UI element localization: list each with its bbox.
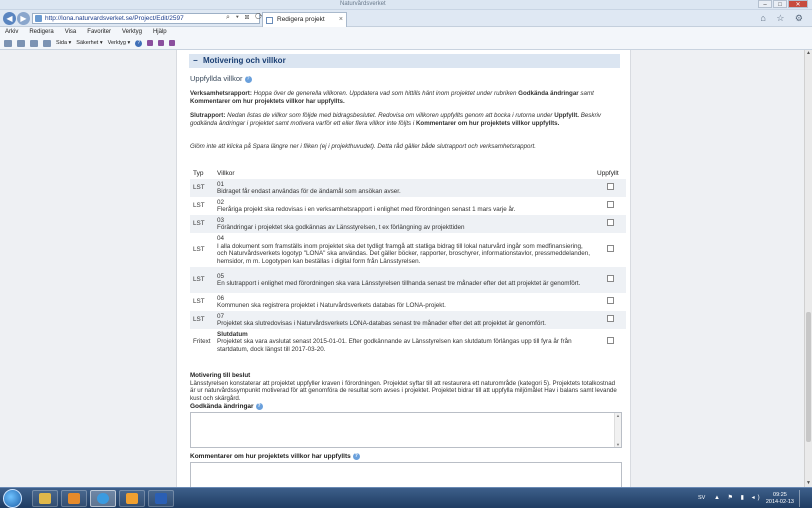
window-controls: – □ ✕ xyxy=(758,0,808,8)
villkor-table: Typ Villkor Uppfyllt LST 01 Bidraget får … xyxy=(190,167,626,355)
page-scrollbar[interactable]: ▲ ▼ xyxy=(804,50,812,487)
page-viewport: − Motivering och villkor Uppfyllda villk… xyxy=(0,50,804,487)
scroll-thumb[interactable] xyxy=(806,312,811,442)
kommentarer-label: Kommentarer om hur projektets villkor ha… xyxy=(190,453,360,461)
back-button[interactable]: ◀ xyxy=(3,12,16,25)
site-icon xyxy=(35,15,42,22)
menu-favoriter[interactable]: Favoriter xyxy=(87,27,111,37)
feeds-icon[interactable] xyxy=(17,39,25,47)
addon-icon[interactable] xyxy=(169,40,176,46)
col-villkor: Villkor xyxy=(217,169,235,177)
start-button[interactable] xyxy=(3,489,22,508)
clock[interactable]: 09:25 2014-02-13 xyxy=(766,492,794,505)
table-row: LST 04 I alla dokument som framställs ino… xyxy=(190,233,626,267)
reminder-text: Glöm inte att klicka på Spara längre ner… xyxy=(190,143,536,150)
page-content: − Motivering och villkor Uppfyllda villk… xyxy=(176,50,631,487)
menu-verktyg[interactable]: Verktyg xyxy=(122,27,142,37)
taskbar: SV ▲ ⚑ ▮ ◂) 09:25 2014-02-13 xyxy=(0,487,812,508)
collapse-icon[interactable]: − xyxy=(193,54,198,68)
taskbar-internet-explorer-icon[interactable] xyxy=(90,490,116,507)
menu-arkiv[interactable]: Arkiv xyxy=(5,27,18,37)
motivering-label: Motivering till beslut xyxy=(190,372,251,379)
sida-menu[interactable]: Sida ▾ xyxy=(56,40,71,46)
table-row: Fritext Slutdatum Projektet ska vara avsl… xyxy=(190,329,626,355)
addon-icon[interactable] xyxy=(147,40,154,46)
sakerhet-menu[interactable]: Säkerhet ▾ xyxy=(76,40,102,46)
uppfyllt-checkbox[interactable] xyxy=(606,337,614,345)
minimize-button[interactable]: – xyxy=(758,0,772,8)
scroll-down-icon[interactable]: ▼ xyxy=(805,480,812,487)
kommentarer-field[interactable] xyxy=(190,462,622,487)
page-icon xyxy=(266,17,273,24)
col-typ: Typ xyxy=(193,169,204,177)
table-row: LST 02 Fleråriga projekt ska redovisas i … xyxy=(190,197,626,215)
taskbar-word-icon[interactable] xyxy=(148,490,174,507)
info-icon[interactable]: ? xyxy=(352,453,360,460)
language-indicator[interactable]: SV xyxy=(698,495,705,501)
table-row: LST 05 En slutrapport i enlighet med föro… xyxy=(190,267,626,293)
table-row: LST 06 Kommunen ska registrera projektet … xyxy=(190,293,626,311)
info-icon[interactable]: ? xyxy=(244,75,252,83)
slutrapport-text: Slutrapport: Nedan listas de villkor som… xyxy=(190,112,602,127)
taskbar-media-player-icon[interactable] xyxy=(61,490,87,507)
uppfyllda-villkor-heading: Uppfyllda villkor? xyxy=(190,74,252,83)
section-header[interactable]: − Motivering och villkor xyxy=(189,54,620,68)
menu-visa[interactable]: Visa xyxy=(65,27,77,37)
uppfyllt-checkbox[interactable] xyxy=(606,275,614,283)
col-uppfyllt: Uppfyllt xyxy=(597,169,619,177)
table-row: LST 07 Projektet ska slutredovisas i Natu… xyxy=(190,311,626,329)
section-title: Motivering och villkor xyxy=(203,56,286,65)
verktyg-menu[interactable]: Verktyg ▾ xyxy=(108,40,131,46)
command-bar: Sida ▾ Säkerhet ▾ Verktyg ▾ ? xyxy=(0,37,812,50)
url-text: http://lona.naturvardsverket.se/Project/… xyxy=(45,15,184,22)
godkanda-andringar-label: Godkända ändringar? xyxy=(190,403,263,411)
help-icon[interactable]: ? xyxy=(135,39,143,47)
table-header-row: Typ Villkor Uppfyllt xyxy=(190,167,626,179)
mail-icon[interactable] xyxy=(30,39,38,47)
menu-hjalp[interactable]: Hjälp xyxy=(153,27,167,37)
tab-close-icon[interactable]: × xyxy=(339,13,343,27)
verksamhetsrapport-text: Verksamhetsrapport: Hoppa över de genere… xyxy=(190,90,594,105)
maximize-button[interactable]: □ xyxy=(773,0,787,8)
menu-bar: Arkiv Redigera Visa Favoriter Verktyg Hj… xyxy=(0,27,812,37)
tab-redigera-projekt[interactable]: Redigera projekt × xyxy=(262,12,347,27)
address-row: ◀ ▶ http://lona.naturvardsverket.se/Proj… xyxy=(0,10,812,27)
addon-icon[interactable] xyxy=(158,40,165,46)
uppfyllt-checkbox[interactable] xyxy=(606,245,614,253)
uppfyllt-checkbox[interactable] xyxy=(606,315,614,323)
window-title: Naturvårdsverket xyxy=(340,1,386,7)
home-favorites-tools-icons[interactable]: ⌂ ☆ ⚙ xyxy=(760,13,807,24)
home-icon[interactable] xyxy=(4,39,12,47)
forward-button[interactable]: ▶ xyxy=(17,12,30,25)
table-row: LST 03 Förändringar i projektet ska godkä… xyxy=(190,215,626,233)
table-row: LST 01 Bidraget får endast användas för d… xyxy=(190,179,626,197)
godkanda-andringar-field[interactable]: ▲ ▼ xyxy=(190,412,622,448)
uppfyllt-checkbox[interactable] xyxy=(606,219,614,227)
close-window-button[interactable]: ✕ xyxy=(788,0,808,8)
menu-redigera[interactable]: Redigera xyxy=(29,27,53,37)
print-icon[interactable] xyxy=(43,39,51,47)
uppfyllt-checkbox[interactable] xyxy=(606,201,614,209)
uppfyllt-checkbox[interactable] xyxy=(606,297,614,305)
motivering-text: Länsstyrelsen konstaterar att projektet … xyxy=(190,379,617,402)
show-desktop-button[interactable] xyxy=(799,490,808,507)
scroll-up-icon[interactable]: ▲ xyxy=(805,50,812,57)
system-tray: SV ▲ ⚑ ▮ ◂) 09:25 2014-02-13 xyxy=(698,490,808,507)
taskbar-outlook-icon[interactable] xyxy=(119,490,145,507)
textarea-scrollbar[interactable]: ▲ ▼ xyxy=(614,413,621,447)
tray-icons[interactable]: ▲ ⚑ ▮ ◂) xyxy=(714,494,763,501)
window-titlebar: Naturvårdsverket – □ ✕ xyxy=(0,0,812,10)
info-icon[interactable]: ? xyxy=(255,403,263,410)
motivering-block: Motivering till beslut Länsstyrelsen kon… xyxy=(190,372,620,402)
tab-label: Redigera projekt xyxy=(277,16,325,23)
uppfyllt-checkbox[interactable] xyxy=(606,183,614,191)
taskbar-explorer-icon[interactable] xyxy=(32,490,58,507)
